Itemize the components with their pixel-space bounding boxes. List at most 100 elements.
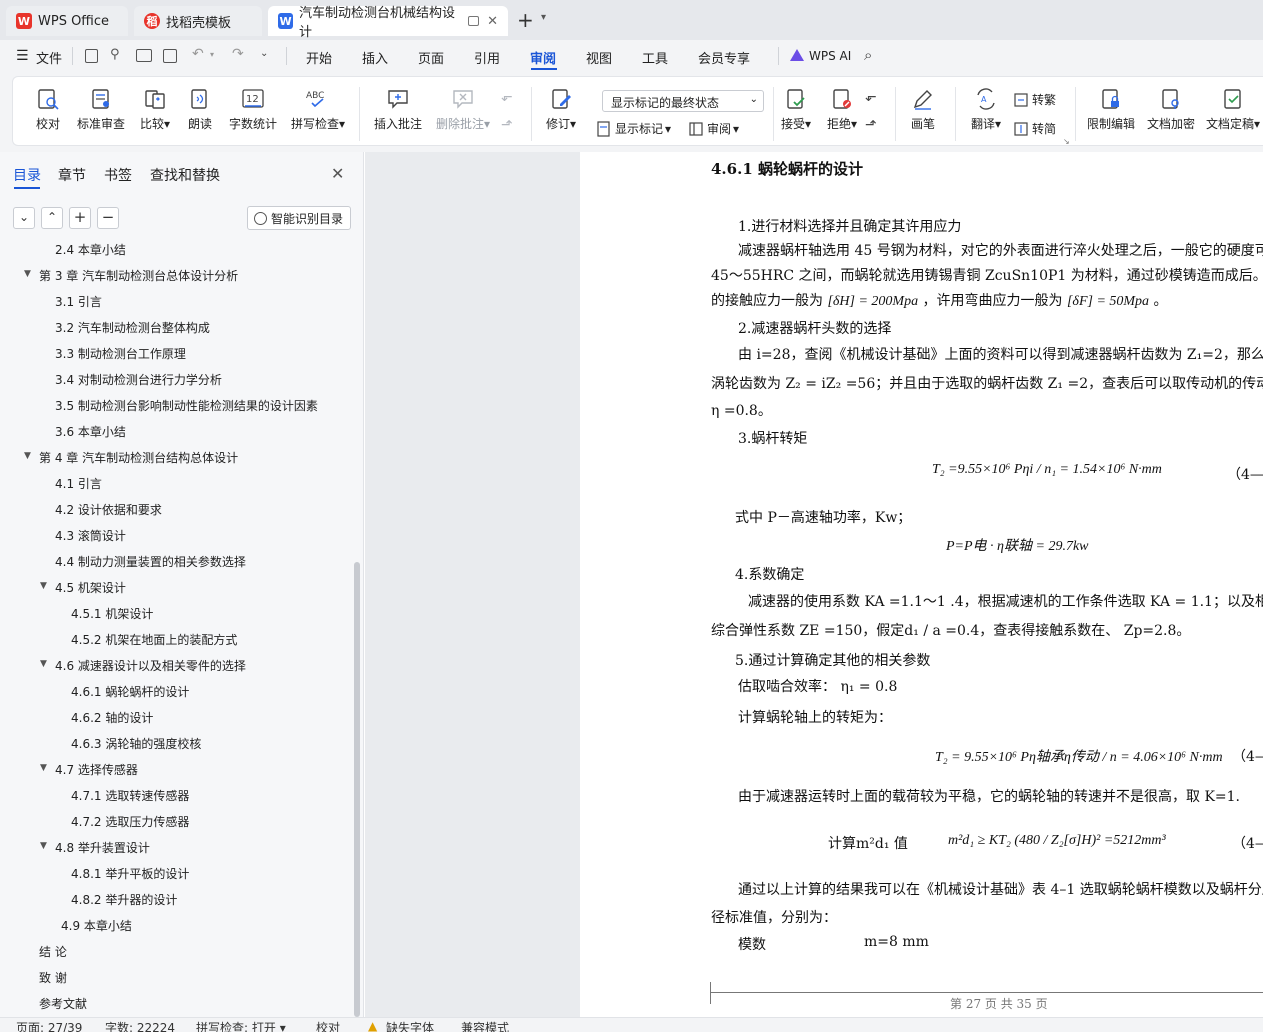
toc-item[interactable]: 参考文献 <box>39 995 87 1012</box>
expand-arrow-icon[interactable]: ▼ <box>40 841 47 851</box>
menu-tools[interactable]: 工具 <box>642 48 668 67</box>
restrict-edit-button[interactable]: 限制编辑 <box>1085 87 1137 132</box>
expand-arrow-icon[interactable]: ▼ <box>40 581 47 591</box>
add-heading-button[interactable]: + <box>69 207 91 229</box>
toc-item[interactable]: 4.7 选择传感器 <box>55 761 138 778</box>
hamburger-icon[interactable]: ☰ <box>16 48 29 64</box>
expand-corner-icon[interactable]: ↘ <box>1063 137 1070 146</box>
menu-reference[interactable]: 引用 <box>474 48 500 67</box>
tab-find-replace[interactable]: 查找和替换 <box>150 165 220 185</box>
word-count-indicator[interactable]: 字数: 22224 <box>105 1019 175 1032</box>
smart-toc-button[interactable]: 智能识别目录 <box>247 206 351 230</box>
next-change-icon[interactable]: ⬏ <box>865 117 877 133</box>
tab-wps-office[interactable]: W WPS Office <box>6 6 128 36</box>
toc-item[interactable]: 3.1 引言 <box>55 293 102 310</box>
finalize-button[interactable]: 文档定稿▾ <box>1203 87 1263 132</box>
next-comment-icon[interactable]: ⬏ <box>501 117 513 133</box>
expand-arrow-icon[interactable]: ▼ <box>24 451 31 461</box>
track-changes-button[interactable]: 修订▾ <box>541 87 581 132</box>
tab-document[interactable]: W 汽车制动检测台机械结构设计 ✕ <box>268 6 508 40</box>
tab-chapter[interactable]: 章节 <box>58 165 86 185</box>
spell-check-button[interactable]: ABC 拼写检查▾ <box>289 87 347 132</box>
chevron-down-icon[interactable]: ▾ <box>210 50 214 59</box>
previous-change-icon[interactable]: ⬐ <box>865 89 877 105</box>
tab-toc[interactable]: 目录 <box>13 165 41 185</box>
toc-item[interactable]: 结 论 <box>39 943 67 960</box>
toc-item[interactable]: 4.2 设计依据和要求 <box>55 501 162 518</box>
expand-arrow-icon[interactable]: ▼ <box>40 659 47 669</box>
format-painter-icon[interactable]: ⚲ <box>110 47 120 62</box>
menu-member[interactable]: 会员专享 <box>698 48 750 67</box>
menu-view[interactable]: 视图 <box>586 48 612 67</box>
show-markup-button[interactable]: 显示标记 ▾ <box>596 120 671 137</box>
toc-item[interactable]: 4.1 引言 <box>55 475 102 492</box>
toc-item[interactable]: 2.4 本章小结 <box>55 241 126 258</box>
insert-comment-button[interactable]: 插入批注 <box>373 87 423 132</box>
toc-item[interactable]: 4.4 制动力测量装置的相关参数选择 <box>55 553 246 570</box>
markup-state-select[interactable]: 显示标记的最终状态 ⌄ <box>602 90 764 112</box>
toc-item[interactable]: 4.5.1 机架设计 <box>71 605 153 622</box>
toc-item[interactable]: 4.7.1 选取转速传感器 <box>71 787 189 804</box>
toc-item[interactable]: 3.4 对制动检测台进行力学分析 <box>55 371 222 388</box>
toc-item[interactable]: 3.2 汽车制动检测台整体构成 <box>55 319 210 336</box>
menu-page[interactable]: 页面 <box>418 48 444 67</box>
pen-button[interactable]: 画笔 <box>909 87 937 132</box>
chevron-down-icon[interactable]: ▾ <box>541 12 546 23</box>
chevron-down-icon[interactable]: ⌄ <box>260 48 268 59</box>
print-preview-icon[interactable] <box>163 49 177 63</box>
proof-status[interactable]: 校对 <box>316 1019 340 1032</box>
toc-item[interactable]: 4.7.2 选取压力传感器 <box>71 813 189 830</box>
toc-item[interactable]: 4.8 举升装置设计 <box>55 839 150 856</box>
toc-item[interactable]: 4.3 滚筒设计 <box>55 527 126 544</box>
print-icon[interactable] <box>136 49 152 62</box>
toc-item[interactable]: 第 4 章 汽车制动检测台结构总体设计 <box>39 449 238 466</box>
expand-arrow-icon[interactable]: ▼ <box>24 269 31 279</box>
standard-review-button[interactable]: 标准审查 <box>75 87 127 132</box>
missing-font-status[interactable]: 缺失字体 <box>386 1019 434 1032</box>
accept-button[interactable]: 接受▾ <box>773 87 819 132</box>
menu-wps-ai[interactable]: WPS AI <box>809 49 851 63</box>
tab-template[interactable]: 稻 找稻壳模板 <box>134 6 262 36</box>
remove-heading-button[interactable]: − <box>97 207 119 229</box>
read-aloud-button[interactable]: 朗读 <box>187 87 213 132</box>
collapse-all-button[interactable]: ⌄ <box>13 207 35 229</box>
monitor-icon[interactable] <box>467 16 480 26</box>
toc-item[interactable]: 4.8.1 举升平板的设计 <box>71 865 189 882</box>
toc-item[interactable]: 第 3 章 汽车制动检测台总体设计分析 <box>39 267 238 284</box>
tab-bookmark[interactable]: 书签 <box>104 165 132 185</box>
menu-insert[interactable]: 插入 <box>362 48 388 67</box>
scrollbar-thumb[interactable] <box>354 562 360 1017</box>
compare-button[interactable]: 比较▾ <box>135 87 175 132</box>
expand-arrow-icon[interactable]: ▼ <box>40 763 47 773</box>
toc-item[interactable]: 3.3 制动检测台工作原理 <box>55 345 186 362</box>
encrypt-button[interactable]: 文档加密 <box>1145 87 1197 132</box>
save-icon[interactable] <box>85 49 98 63</box>
to-traditional-button[interactable]: 转繁 <box>1013 91 1056 108</box>
close-tab-icon[interactable]: ✕ <box>487 14 498 29</box>
delete-comment-button[interactable]: 删除批注▾ <box>433 87 493 132</box>
toc-item[interactable]: 4.6.3 涡轮轴的强度校核 <box>71 735 201 752</box>
to-simplified-button[interactable]: 转简 <box>1013 120 1056 137</box>
search-icon[interactable]: ⌕ <box>864 46 872 64</box>
page-indicator[interactable]: 页面: 27/39 <box>16 1019 82 1032</box>
toc-item[interactable]: 3.6 本章小结 <box>55 423 126 440</box>
word-count-button[interactable]: 12 字数统计 <box>229 87 277 132</box>
toc-item[interactable]: 4.8.2 举升器的设计 <box>71 891 177 908</box>
proofread-button[interactable]: 校对 <box>35 87 61 132</box>
undo-icon[interactable]: ↶ <box>192 46 204 62</box>
redo-icon[interactable]: ↷ <box>232 46 244 62</box>
toc-item[interactable]: 3.5 制动检测台影响制动性能检测结果的设计因素 <box>55 397 318 414</box>
reject-button[interactable]: 拒绝▾ <box>819 87 865 132</box>
toc-item[interactable]: 4.9 本章小结 <box>61 917 132 934</box>
toc-item[interactable]: 4.5.2 机架在地面上的装配方式 <box>71 631 237 648</box>
toc-item[interactable]: 4.6 减速器设计以及相关零件的选择 <box>55 657 246 674</box>
toc-item[interactable]: 4.6.2 轴的设计 <box>71 709 153 726</box>
spell-check-status[interactable]: 拼写检查: 打开 ▾ <box>196 1019 286 1032</box>
translate-button[interactable]: A 翻译▾ <box>965 87 1007 132</box>
new-tab-button[interactable]: + <box>517 8 534 32</box>
toc-item[interactable]: 4.5 机架设计 <box>55 579 126 596</box>
menu-start[interactable]: 开始 <box>306 48 332 67</box>
menu-file[interactable]: 文件 <box>36 48 62 67</box>
review-pane-button[interactable]: 审阅 ▾ <box>688 120 739 137</box>
toc-item[interactable]: 4.6.1 蜗轮蜗杆的设计 <box>71 683 189 700</box>
